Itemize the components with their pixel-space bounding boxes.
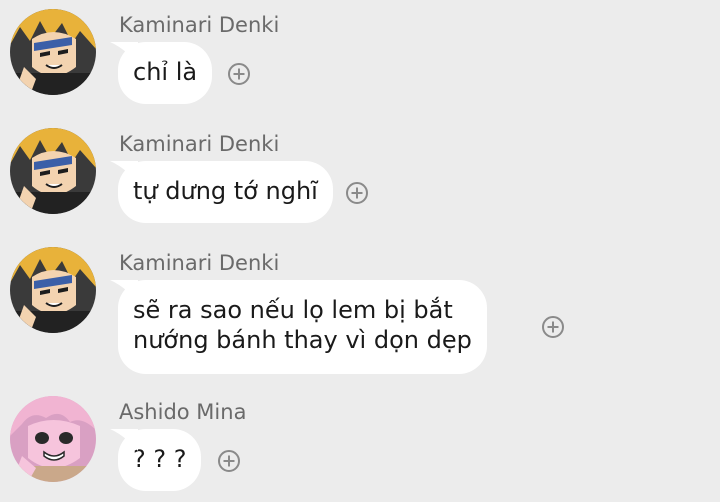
message-text-line: nướng bánh thay vì dọn dẹp bbox=[133, 326, 472, 354]
sender-name: Ashido Mina bbox=[119, 400, 247, 424]
sender-name: Kaminari Denki bbox=[119, 132, 280, 156]
bubble-tail-icon bbox=[110, 280, 138, 302]
add-reaction-icon[interactable] bbox=[228, 63, 250, 85]
message-text: tự dưng tớ nghĩ bbox=[133, 177, 318, 205]
message-bubble[interactable]: tự dưng tớ nghĩ bbox=[110, 161, 333, 223]
message-text: chỉ là bbox=[133, 58, 198, 86]
kaminari-avatar[interactable] bbox=[10, 128, 96, 214]
message-bubble[interactable]: sẽ ra sao nếu lọ lem bị bắt nướng bánh t… bbox=[110, 280, 487, 374]
message-text-line: sẽ ra sao nếu lọ lem bị bắt bbox=[133, 296, 453, 324]
message-bubble[interactable]: ? ? ? bbox=[110, 429, 202, 491]
add-reaction-icon[interactable] bbox=[218, 450, 240, 472]
add-reaction-icon[interactable] bbox=[346, 182, 368, 204]
bubble-tail-icon bbox=[110, 429, 138, 451]
add-reaction-icon[interactable] bbox=[542, 316, 564, 338]
kaminari-avatar[interactable] bbox=[10, 247, 96, 333]
bubble-tail-icon bbox=[110, 42, 138, 64]
ashido-avatar[interactable] bbox=[10, 396, 96, 482]
kaminari-avatar[interactable] bbox=[10, 9, 96, 95]
sender-name: Kaminari Denki bbox=[119, 251, 280, 275]
message-bubble[interactable]: chỉ là bbox=[110, 42, 213, 104]
bubble-tail-icon bbox=[110, 161, 138, 183]
message-text: ? ? ? bbox=[133, 445, 187, 473]
sender-name: Kaminari Denki bbox=[119, 13, 280, 37]
